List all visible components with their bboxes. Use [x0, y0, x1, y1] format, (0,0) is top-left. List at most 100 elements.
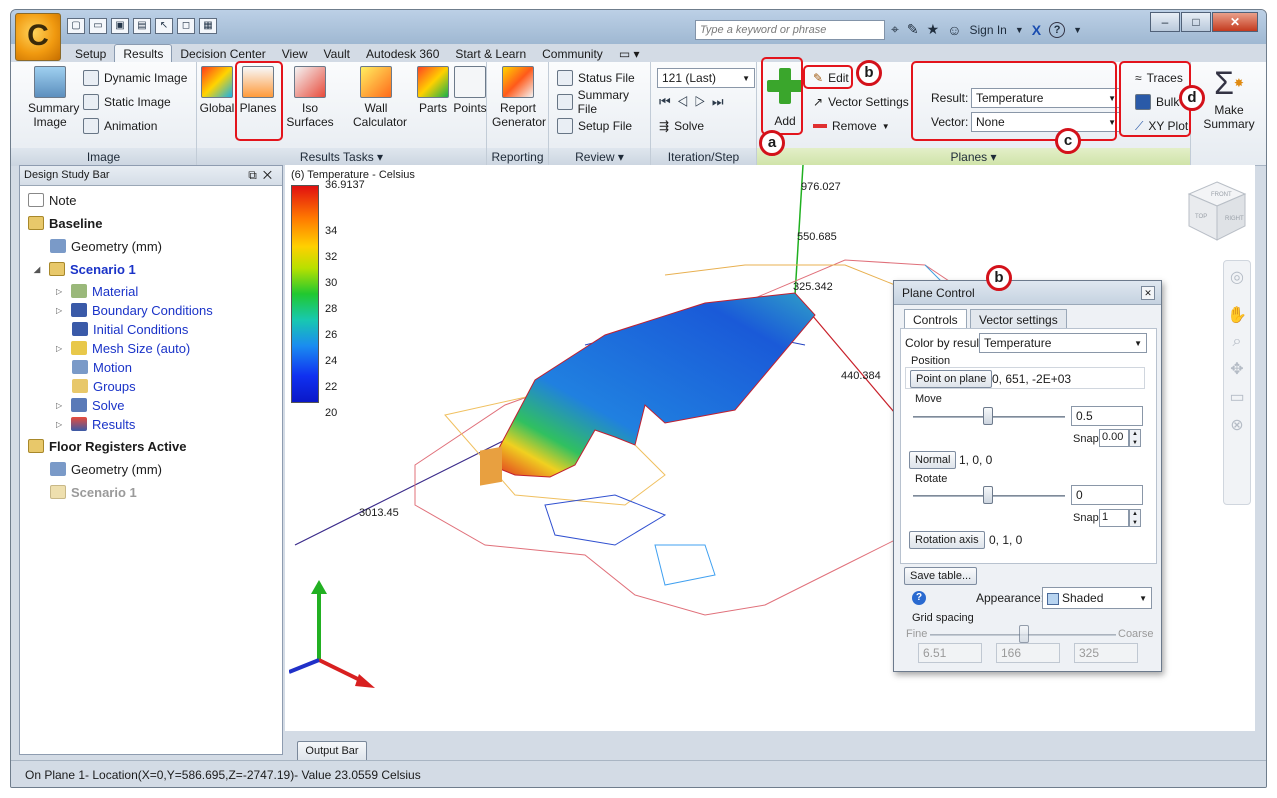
- expand-icon[interactable]: ▷: [56, 306, 66, 315]
- appearance-select[interactable]: Shaded ▼: [1042, 587, 1152, 609]
- sign-in-link[interactable]: Sign In: [969, 23, 1006, 37]
- expand-icon[interactable]: ▷: [56, 420, 66, 429]
- view-icon[interactable]: ◻: [177, 18, 195, 34]
- tree-material[interactable]: ▷ Material: [56, 282, 138, 300]
- dynamic-image-button[interactable]: Dynamic Image: [83, 68, 187, 88]
- tree-initial-conditions[interactable]: Initial Conditions: [72, 320, 188, 338]
- select-icon[interactable]: ↖: [155, 18, 173, 34]
- parts-button[interactable]: Parts: [413, 66, 453, 115]
- look-icon[interactable]: ▭: [1224, 387, 1250, 407]
- output-bar-button[interactable]: Output Bar: [297, 741, 367, 762]
- expand-icon[interactable]: ▷: [56, 344, 66, 353]
- grid-coarse-input[interactable]: 325: [1074, 643, 1138, 663]
- iso-surfaces-button[interactable]: Iso Surfaces: [279, 66, 341, 129]
- tree-motion[interactable]: Motion: [72, 358, 132, 376]
- point-on-plane-button[interactable]: Point on plane: [910, 370, 993, 388]
- planes-group-label[interactable]: Planes ▾: [757, 148, 1190, 166]
- help-icon[interactable]: ?: [912, 591, 926, 605]
- view-cube[interactable]: FRONT TOP RIGHT: [1187, 180, 1247, 242]
- last-step-icon[interactable]: ⏭: [712, 94, 730, 109]
- expand-icon[interactable]: ▷: [56, 401, 66, 410]
- help-icon[interactable]: ?: [1049, 21, 1066, 38]
- animation-button[interactable]: Animation: [83, 116, 157, 136]
- move-slider-thumb[interactable]: [983, 407, 993, 425]
- rotate-snap-input[interactable]: 1: [1099, 509, 1129, 527]
- grid-fine-input[interactable]: 6.51: [918, 643, 982, 663]
- tree-floor-geometry[interactable]: Geometry (mm): [50, 460, 162, 478]
- close-button[interactable]: ✕: [1212, 12, 1258, 32]
- dropdown-chevron-icon[interactable]: ▼: [1015, 25, 1024, 35]
- new-file-icon[interactable]: ▢: [67, 18, 85, 34]
- results-tasks-group-label[interactable]: Results Tasks ▾: [197, 148, 486, 166]
- save-icon[interactable]: ▣: [111, 18, 129, 34]
- rotate-slider-thumb[interactable]: [983, 486, 993, 504]
- first-step-icon[interactable]: ⏮: [659, 94, 677, 109]
- stop-icon[interactable]: ⊗: [1224, 415, 1250, 435]
- rotate-snap-spinner[interactable]: ▲ ▼: [1129, 509, 1141, 527]
- setup-file-button[interactable]: Setup File: [557, 116, 632, 136]
- move-input[interactable]: 0.5: [1071, 406, 1143, 426]
- open-file-icon[interactable]: ▭: [89, 18, 107, 34]
- close-dialog-icon[interactable]: ✕: [1141, 286, 1155, 300]
- summary-image-button[interactable]: Summary Image: [19, 66, 81, 129]
- exchange-icon[interactable]: X: [1032, 22, 1041, 38]
- report-generator-button[interactable]: Report Generator: [489, 66, 547, 129]
- tree-baseline[interactable]: Baseline: [28, 214, 102, 232]
- tree-floor-registers-active[interactable]: Floor Registers Active: [28, 437, 187, 455]
- grid-mid-input[interactable]: 166: [996, 643, 1060, 663]
- remove-plane-button[interactable]: Remove ▼: [813, 116, 890, 136]
- status-file-button[interactable]: Status File: [557, 68, 635, 88]
- layout-icon[interactable]: ▦: [199, 18, 217, 34]
- static-image-button[interactable]: Static Image: [83, 92, 171, 112]
- prev-step-icon[interactable]: ◁: [677, 94, 695, 109]
- binoculars-icon[interactable]: ⌖: [891, 21, 899, 38]
- tree-groups[interactable]: Groups: [72, 377, 136, 395]
- close-panel-icon[interactable]: ✕: [263, 168, 278, 182]
- wall-calculator-button[interactable]: Wall Calculator: [347, 66, 407, 129]
- next-step-icon[interactable]: ▷: [694, 94, 712, 109]
- save-table-button[interactable]: Save table...: [904, 567, 978, 585]
- maximize-button[interactable]: □: [1181, 12, 1211, 32]
- solve-button[interactable]: ⇶ Solve: [659, 116, 704, 136]
- vector-settings-button[interactable]: ↗ Vector Settings: [813, 92, 909, 112]
- tab-vector-settings[interactable]: Vector settings: [970, 309, 1067, 329]
- tree-baseline-geometry[interactable]: Geometry (mm): [50, 237, 162, 255]
- collapse-icon[interactable]: ◢: [34, 265, 44, 274]
- move-snap-spinner[interactable]: ▲ ▼: [1129, 429, 1141, 447]
- pan-icon[interactable]: ✋: [1224, 305, 1250, 325]
- tree-scenario-1[interactable]: ◢ Scenario 1: [34, 260, 136, 278]
- help-dropdown-icon[interactable]: ▼: [1073, 25, 1082, 35]
- steering-wheel-icon[interactable]: ◎: [1224, 267, 1250, 287]
- tree-results[interactable]: ▷ Results: [56, 415, 135, 433]
- wrench-icon[interactable]: ✎: [907, 21, 919, 38]
- tree-mesh-size[interactable]: ▷ Mesh Size (auto): [56, 339, 190, 357]
- color-by-select[interactable]: Temperature ▼: [979, 333, 1147, 353]
- star-icon[interactable]: ★: [927, 21, 940, 38]
- minimize-button[interactable]: –: [1150, 12, 1180, 32]
- tab-controls[interactable]: Controls: [904, 309, 967, 329]
- float-icon[interactable]: ⧉: [248, 168, 263, 182]
- tree-floor-scenario-1[interactable]: Scenario 1: [50, 483, 137, 501]
- tree-note[interactable]: Note: [28, 191, 76, 209]
- points-button[interactable]: Points: [451, 66, 489, 115]
- zoom-icon[interactable]: ⌕: [1224, 333, 1250, 351]
- tree-solve[interactable]: ▷ Solve: [56, 396, 125, 414]
- plane-control-title-bar[interactable]: Plane Control ✕: [894, 281, 1161, 305]
- review-group-label[interactable]: Review ▾: [549, 148, 650, 166]
- iteration-select[interactable]: 121 (Last) ▼: [657, 68, 755, 88]
- summary-file-button[interactable]: Summary File: [557, 88, 650, 116]
- expand-icon[interactable]: ▷: [56, 287, 66, 296]
- rotate-input[interactable]: 0: [1071, 485, 1143, 505]
- rotation-axis-button[interactable]: Rotation axis: [909, 531, 985, 549]
- grid-spacing-slider-thumb[interactable]: [1019, 625, 1029, 643]
- orbit-icon[interactable]: ✥: [1224, 359, 1250, 379]
- tab-results[interactable]: Results: [114, 44, 173, 64]
- application-menu-button[interactable]: C: [15, 13, 61, 61]
- move-snap-input[interactable]: 0.00: [1099, 429, 1129, 447]
- search-input[interactable]: [695, 20, 885, 40]
- normal-button[interactable]: Normal: [909, 451, 957, 469]
- save-all-icon[interactable]: ▤: [133, 18, 151, 34]
- make-summary-button[interactable]: Σ✸ Make Summary: [1197, 66, 1261, 131]
- global-button[interactable]: Global: [199, 66, 235, 115]
- tree-boundary-conditions[interactable]: ▷ Boundary Conditions: [56, 301, 213, 319]
